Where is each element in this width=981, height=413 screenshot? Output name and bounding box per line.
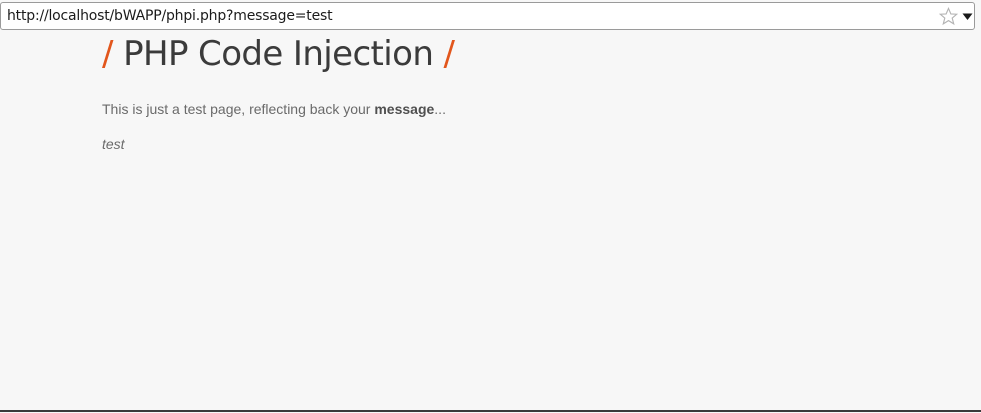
page-title: / PHP Code Injection / (102, 34, 455, 74)
intro-text: This is just a test page, reflecting bac… (102, 101, 446, 117)
intro-prefix: This is just a test page, reflecting bac… (102, 101, 375, 117)
intro-bold-word: message (374, 101, 435, 117)
url-text[interactable]: http://localhost/bWAPP/phpi.php?message=… (7, 8, 333, 24)
intro-suffix: ... (434, 101, 446, 117)
title-slash-left: / (102, 34, 113, 74)
page-title-text: PHP Code Injection (123, 34, 434, 74)
address-bar[interactable]: http://localhost/bWAPP/phpi.php?message=… (0, 2, 975, 30)
dropdown-arrow-icon[interactable] (962, 13, 973, 21)
echoed-message: test (102, 136, 125, 152)
title-slash-right: / (443, 34, 455, 74)
bottom-border (0, 410, 981, 412)
star-icon[interactable] (939, 7, 958, 26)
